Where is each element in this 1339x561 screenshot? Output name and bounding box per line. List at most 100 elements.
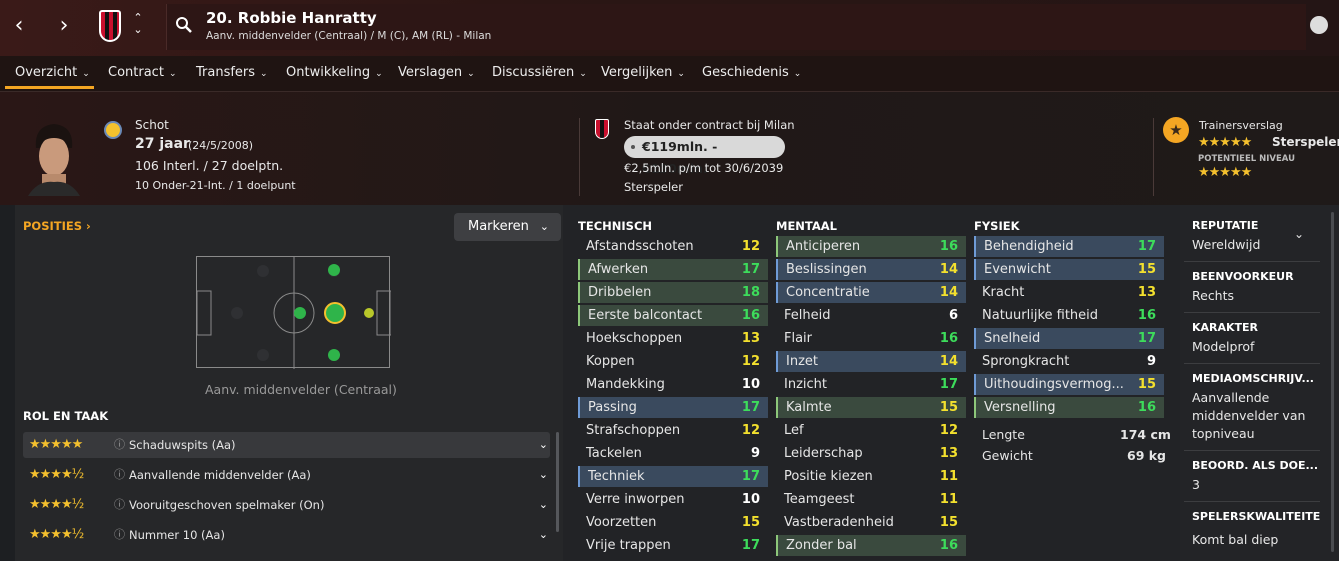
attribute-row[interactable]: Passing 17	[578, 397, 768, 418]
mentaal-title: MENTAAL	[776, 219, 838, 233]
chevron-down-icon[interactable]: ⌄	[1294, 227, 1304, 241]
tab-label: Verslagen	[398, 65, 463, 80]
attribute-row[interactable]: Kracht 13	[974, 282, 1164, 303]
pitch-diagram	[196, 256, 392, 369]
role-row[interactable]: ★★★★★ ⓘ Schaduwspits (Aa) ⌄	[23, 432, 550, 458]
attribute-row[interactable]: Snelheid 17	[974, 328, 1164, 349]
attribute-value: 13	[741, 331, 760, 346]
position-dot	[294, 307, 306, 319]
chevron-down-icon[interactable]: ⌄	[539, 522, 548, 548]
up-down-icon[interactable]: ⌃ ⌄	[131, 12, 145, 36]
role-name: Vooruitgeschoven spelmaker (On)	[129, 498, 325, 512]
attribute-row[interactable]: Anticiperen 16	[776, 236, 966, 257]
attribute-name: Versnelling	[984, 400, 1056, 415]
tab-ontwikkeling[interactable]: Ontwikkeling ⌄	[286, 65, 383, 80]
tab-label: Discussiëren	[492, 65, 575, 80]
attribute-row[interactable]: Eerste balcontact 16	[578, 305, 768, 326]
attribute-name: Inzet	[786, 354, 818, 369]
attribute-row[interactable]: Natuurlijke fitheid 16	[974, 305, 1164, 326]
attribute-name: Dribbelen	[588, 285, 652, 300]
attribute-row[interactable]: Versnelling 16	[974, 397, 1164, 418]
positions-title[interactable]: POSITIES ›	[23, 219, 91, 233]
info-icon[interactable]: ⓘ	[114, 462, 125, 488]
globe-icon[interactable]	[1310, 16, 1328, 34]
role-row[interactable]: ★★★★½ ⓘ Nummer 10 (Aa) ⌄	[23, 522, 550, 548]
attribute-row[interactable]: Teamgeest 11	[776, 489, 966, 510]
tab-verslagen[interactable]: Verslagen ⌄	[398, 65, 475, 80]
role-row[interactable]: ★★★★½ ⓘ Vooruitgeschoven spelmaker (On) ⌄	[23, 492, 550, 518]
attribute-row[interactable]: Sprongkracht 9	[974, 351, 1164, 372]
attribute-value: 12	[939, 423, 958, 438]
sidebar-scrollbar[interactable]	[1331, 212, 1334, 552]
attribute-name: Teamgeest	[784, 492, 855, 507]
attribute-row[interactable]: Behendigheid 17	[974, 236, 1164, 257]
roles-scrollbar[interactable]	[556, 432, 559, 532]
attribute-row[interactable]: Mandekking 10	[578, 374, 768, 395]
club-crest-icon[interactable]	[99, 10, 121, 42]
search-icon[interactable]	[175, 16, 193, 34]
forward-icon[interactable]: ›	[52, 12, 76, 40]
info-icon[interactable]: ⓘ	[114, 522, 125, 548]
attribute-row[interactable]: Beslissingen 14	[776, 259, 966, 280]
tab-contract[interactable]: Contract ⌄	[108, 65, 176, 80]
attribute-row[interactable]: Zonder bal 16	[776, 535, 966, 556]
attribute-row[interactable]: Hoekschoppen 13	[578, 328, 768, 349]
reputation-label: REPUTATIE	[1192, 219, 1259, 232]
attribute-value: 12	[741, 423, 760, 438]
attribute-row[interactable]: Koppen 12	[578, 351, 768, 372]
role-row[interactable]: ★★★★½ ⓘ Aanvallende middenvelder (Aa) ⌄	[23, 462, 550, 488]
attribute-name: Passing	[588, 400, 637, 415]
attribute-name: Verre inworpen	[586, 492, 685, 507]
info-icon[interactable]: ⓘ	[114, 492, 125, 518]
weight-label: Gewicht	[982, 448, 1033, 463]
attribute-row[interactable]: Afstandsschoten 12	[578, 236, 768, 257]
attribute-row[interactable]: Concentratie 14	[776, 282, 966, 303]
qualities-value: Komt bal diep	[1192, 532, 1279, 547]
nation-flag-icon[interactable]	[104, 121, 122, 139]
tab-discussieren[interactable]: Discussiëren ⌄	[492, 65, 587, 80]
tab-transfers[interactable]: Transfers ⌄	[196, 65, 268, 80]
attribute-row[interactable]: Tackelen 9	[578, 443, 768, 464]
attribute-row[interactable]: Dribbelen 18	[578, 282, 768, 303]
attribute-value: 9	[1146, 354, 1156, 369]
markeren-dropdown[interactable]: Markeren ⌄	[454, 213, 561, 241]
attribute-row[interactable]: Leiderschap 13	[776, 443, 966, 464]
chevron-down-icon[interactable]: ⌄	[539, 462, 548, 488]
tab-geschiedenis[interactable]: Geschiedenis ⌄	[702, 65, 801, 80]
attribute-row[interactable]: Inzet 14	[776, 351, 966, 372]
attribute-row[interactable]: Lef 12	[776, 420, 966, 441]
attribute-row[interactable]: Felheid 6	[776, 305, 966, 326]
attribute-row[interactable]: Strafschoppen 12	[578, 420, 768, 441]
attribute-value: 16	[741, 308, 760, 323]
attribute-row[interactable]: Verre inworpen 10	[578, 489, 768, 510]
attribute-name: Leiderschap	[784, 446, 863, 461]
back-icon[interactable]: ‹	[7, 12, 31, 40]
attribute-row[interactable]: Uithoudingsvermog... 15	[974, 374, 1164, 395]
shot-label: Schot	[135, 118, 169, 132]
tab-overzicht[interactable]: Overzicht ⌄	[15, 65, 90, 80]
attribute-row[interactable]: Kalmte 15	[776, 397, 966, 418]
attribute-row[interactable]: Vrije trappen 17	[578, 535, 768, 556]
attribute-name: Snelheid	[984, 331, 1041, 346]
attribute-row[interactable]: Evenwicht 15	[974, 259, 1164, 280]
transfer-value[interactable]: €119mln. - €130mln.	[624, 136, 785, 176]
tab-vergelijken[interactable]: Vergelijken ⌄	[601, 65, 685, 80]
attribute-name: Vrije trappen	[586, 538, 671, 553]
chevron-down-icon: ⌄	[260, 69, 268, 79]
attribute-row[interactable]: Techniek 17	[578, 466, 768, 487]
info-icon[interactable]: ⓘ	[114, 432, 125, 458]
chevron-down-icon[interactable]: ⌄	[539, 492, 548, 518]
attribute-row[interactable]: Flair 16	[776, 328, 966, 349]
chevron-down-icon[interactable]: ⌄	[539, 432, 548, 458]
player-u21: 10 Onder-21-Int. / 1 doelpunt	[135, 179, 296, 192]
divider	[1184, 363, 1320, 364]
attribute-row[interactable]: Voorzetten 15	[578, 512, 768, 533]
attribute-row[interactable]: Vastberadenheid 15	[776, 512, 966, 533]
attribute-value: 12	[741, 239, 760, 254]
attribute-row[interactable]: Afwerken 17	[578, 259, 768, 280]
attribute-row[interactable]: Positie kiezen 11	[776, 466, 966, 487]
divider	[579, 118, 580, 196]
position-dot	[364, 308, 374, 318]
attribute-name: Anticiperen	[786, 239, 861, 254]
attribute-row[interactable]: Inzicht 17	[776, 374, 966, 395]
